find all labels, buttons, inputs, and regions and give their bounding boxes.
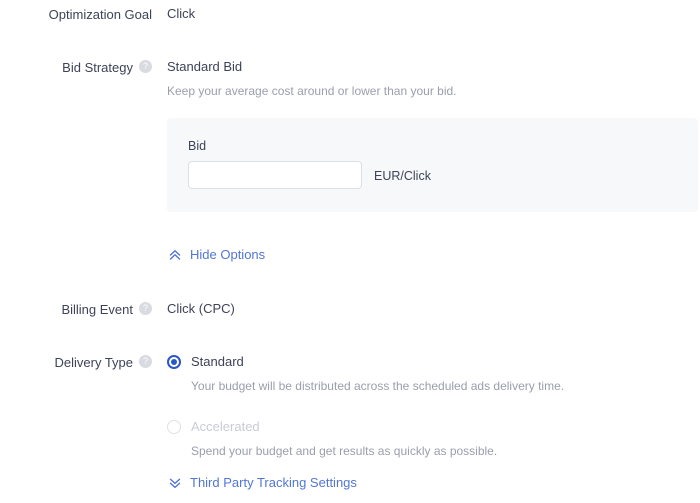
bid-strategy-value: Standard Bid <box>167 59 243 74</box>
optimization-goal-value: Click <box>167 6 196 21</box>
hide-options-link[interactable]: Hide Options <box>167 246 265 264</box>
radio-standard-label: Standard <box>191 354 244 369</box>
bid-strategy-value-col: Standard Bid Keep your average cost arou… <box>152 58 700 99</box>
help-icon[interactable]: ? <box>139 60 152 74</box>
delivery-type-label-col: Delivery Type? <box>0 353 152 372</box>
optimization-goal-value-col: Click <box>152 5 700 23</box>
chevron-double-up-icon <box>167 247 183 263</box>
bid-settings-form: Optimization Goal Click Bid Strategy? St… <box>0 0 700 503</box>
third-party-tracking-link[interactable]: Third Party Tracking Settings <box>167 474 357 492</box>
delivery-type-option-accelerated: Accelerated <box>167 418 700 436</box>
field-row-optimization-goal: Optimization Goal Click <box>0 5 700 24</box>
delivery-type-label: Delivery Type <box>54 354 133 370</box>
radio-accelerated-label: Accelerated <box>191 419 260 434</box>
hide-options-label: Hide Options <box>190 247 266 262</box>
billing-event-label-col: Billing Event? <box>0 300 152 319</box>
bid-panel: Bid EUR/Click <box>167 118 698 212</box>
radio-standard[interactable] <box>167 355 181 369</box>
radio-accelerated-description: Spend your budget and get results as qui… <box>191 444 498 458</box>
billing-event-value: Click (CPC) <box>167 301 235 316</box>
field-row-billing-event: Billing Event? Click (CPC) <box>0 300 700 319</box>
third-party-tracking-label: Third Party Tracking Settings <box>190 475 357 490</box>
radio-accelerated <box>167 420 181 434</box>
bid-input[interactable] <box>188 161 362 189</box>
bid-strategy-label: Bid Strategy <box>62 59 133 75</box>
optimization-goal-label: Optimization Goal <box>48 6 152 22</box>
help-icon[interactable]: ? <box>139 302 152 316</box>
optimization-goal-label-col: Optimization Goal <box>0 5 152 24</box>
billing-event-value-col: Click (CPC) <box>152 300 700 318</box>
delivery-type-option-standard[interactable]: Standard <box>167 353 700 371</box>
billing-event-label: Billing Event <box>61 301 133 317</box>
chevron-double-down-icon <box>167 475 183 491</box>
bid-unit-label: EUR/Click <box>374 169 431 183</box>
field-row-bid-strategy: Bid Strategy? Standard Bid Keep your ave… <box>0 58 700 99</box>
delivery-type-options: Standard Your budget will be distributed… <box>152 353 700 459</box>
bid-field-label: Bid <box>188 139 207 153</box>
help-icon[interactable]: ? <box>139 355 152 369</box>
field-row-delivery-type: Delivery Type? Standard Your budget will… <box>0 353 700 459</box>
bid-strategy-description: Keep your average cost around or lower t… <box>167 84 457 98</box>
radio-standard-description: Your budget will be distributed across t… <box>191 379 565 393</box>
bid-strategy-label-col: Bid Strategy? <box>0 58 152 77</box>
